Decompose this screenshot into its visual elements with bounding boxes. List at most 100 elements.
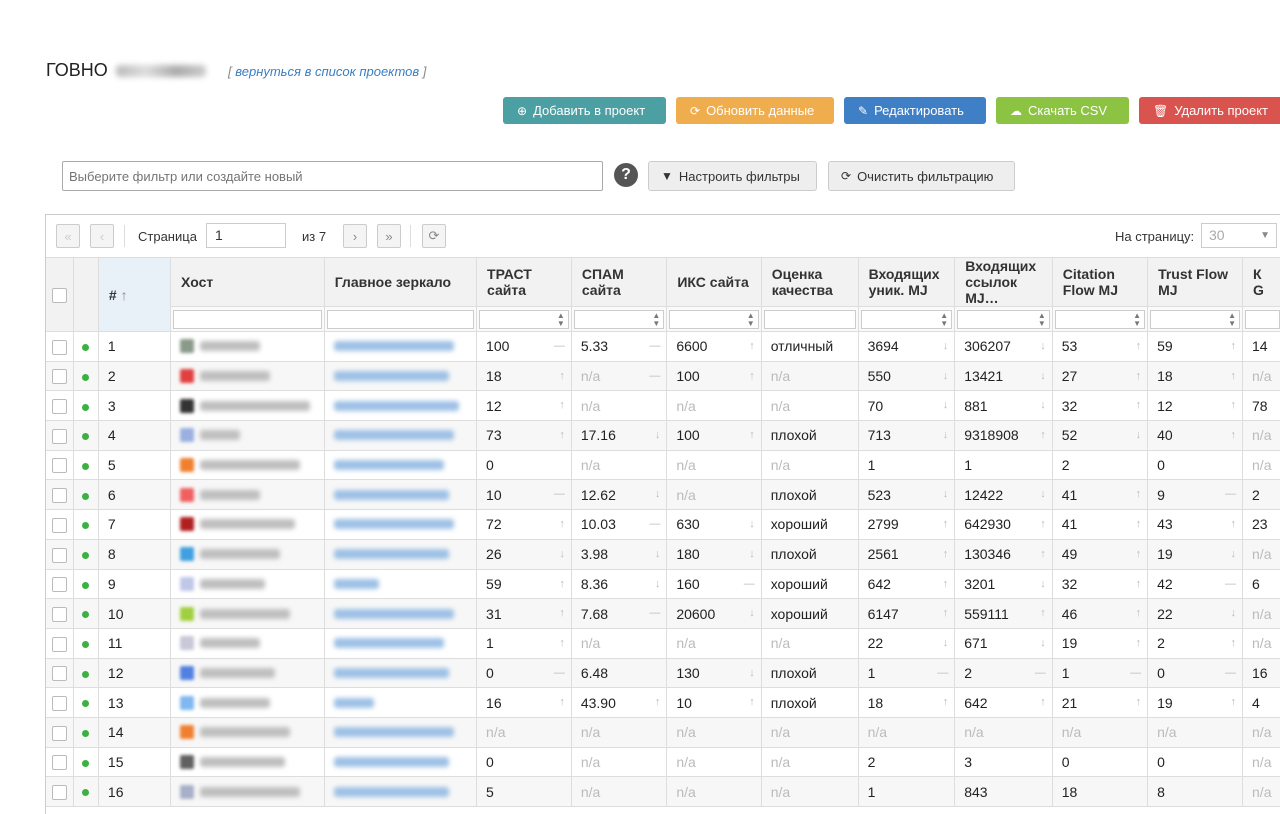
mirror-cell[interactable] xyxy=(324,717,476,747)
add-to-project-button[interactable]: ⊕Добавить в проект xyxy=(503,97,666,124)
reload-icon[interactable]: ⟳ xyxy=(422,224,446,248)
mirror-cell[interactable] xyxy=(324,421,476,451)
table-row[interactable]: 826↓3.98↓180↓плохой2561↑130346↑49↑19↓n/a xyxy=(46,539,1280,569)
row-checkbox[interactable] xyxy=(52,369,67,384)
mirror-link-blurred[interactable] xyxy=(334,460,444,470)
row-checkbox[interactable] xyxy=(52,726,67,741)
iks-filter-input[interactable]: ▲▼ xyxy=(669,310,758,329)
col-cf[interactable]: Citation Flow MJ xyxy=(1052,258,1147,307)
col-tf[interactable]: Trust Flow MJ xyxy=(1148,258,1243,307)
mirror-cell[interactable] xyxy=(324,480,476,510)
per-page-select[interactable]: 30▼ xyxy=(1201,223,1277,248)
mirror-link-blurred[interactable] xyxy=(334,490,449,500)
host-cell[interactable] xyxy=(171,361,325,391)
col-last[interactable]: К G xyxy=(1243,258,1280,307)
next-page-button[interactable]: › xyxy=(343,224,367,248)
row-checkbox[interactable] xyxy=(52,607,67,622)
row-checkbox[interactable] xyxy=(52,518,67,533)
mirror-link-blurred[interactable] xyxy=(334,549,449,559)
download-csv-button[interactable]: ☁Скачать CSV xyxy=(996,97,1129,124)
back-to-projects-link[interactable]: [ вернуться в список проектов ] xyxy=(228,64,426,79)
in-uniq-filter-input[interactable]: ▲▼ xyxy=(861,310,953,329)
tf-filter-input[interactable]: ▲▼ xyxy=(1150,310,1240,329)
host-cell[interactable] xyxy=(171,510,325,540)
mirror-cell[interactable] xyxy=(324,747,476,777)
mirror-cell[interactable] xyxy=(324,599,476,629)
row-checkbox[interactable] xyxy=(52,340,67,355)
mirror-cell[interactable] xyxy=(324,628,476,658)
row-checkbox[interactable] xyxy=(52,548,67,563)
refresh-data-button[interactable]: ⟳Обновить данные xyxy=(676,97,834,124)
mirror-cell[interactable] xyxy=(324,658,476,688)
spam-filter-input[interactable]: ▲▼ xyxy=(574,310,665,329)
host-cell[interactable] xyxy=(171,717,325,747)
col-mirror[interactable]: Главное зеркало xyxy=(324,258,476,307)
col-in-uniq[interactable]: Входящих уник. MJ xyxy=(858,258,955,307)
host-filter-input[interactable] xyxy=(173,310,322,329)
table-row[interactable]: 473↑17.16↓100↑плохой713↓9318908↑52↓40↑n/… xyxy=(46,421,1280,451)
table-row[interactable]: 1316↑43.90↑10↑плохой18↑642↑21↑19↑4 xyxy=(46,688,1280,718)
mirror-cell[interactable] xyxy=(324,569,476,599)
mirror-link-blurred[interactable] xyxy=(334,757,449,767)
cf-filter-input[interactable]: ▲▼ xyxy=(1055,310,1145,329)
row-checkbox[interactable] xyxy=(52,577,67,592)
mirror-cell[interactable] xyxy=(324,688,476,718)
host-cell[interactable] xyxy=(171,480,325,510)
host-cell[interactable] xyxy=(171,747,325,777)
table-row[interactable]: 312↑n/an/an/a70↓881↓32↑12↑78 xyxy=(46,391,1280,421)
last-page-button[interactable]: » xyxy=(377,224,401,248)
mirror-link-blurred[interactable] xyxy=(334,371,449,381)
host-cell[interactable] xyxy=(171,569,325,599)
mirror-link-blurred[interactable] xyxy=(334,401,459,411)
mirror-link-blurred[interactable] xyxy=(334,638,444,648)
mirror-cell[interactable] xyxy=(324,391,476,421)
host-cell[interactable] xyxy=(171,332,325,362)
help-icon[interactable]: ? xyxy=(614,163,638,187)
host-cell[interactable] xyxy=(171,450,325,480)
mirror-link-blurred[interactable] xyxy=(334,519,454,529)
quality-filter-input[interactable] xyxy=(764,310,856,329)
mirror-link-blurred[interactable] xyxy=(334,609,454,619)
row-checkbox[interactable] xyxy=(52,429,67,444)
mirror-link-blurred[interactable] xyxy=(334,668,449,678)
host-cell[interactable] xyxy=(171,628,325,658)
table-row[interactable]: 111↑n/an/an/a22↓671↓19↑2↑n/a xyxy=(46,628,1280,658)
mirror-link-blurred[interactable] xyxy=(334,341,454,351)
col-in-links[interactable]: Входящих ссылок MJ… xyxy=(955,258,1053,307)
host-cell[interactable] xyxy=(171,777,325,807)
mirror-cell[interactable] xyxy=(324,539,476,569)
configure-filters-button[interactable]: ▼Настроить фильтры xyxy=(648,161,817,191)
prev-page-button[interactable]: ‹ xyxy=(90,224,114,248)
table-row[interactable]: 1031↑7.68—20600↓хороший6147↑559111↑46↑22… xyxy=(46,599,1280,629)
last-filter-input[interactable] xyxy=(1245,310,1280,329)
col-quality[interactable]: Оценка качества xyxy=(761,258,858,307)
page-number-input[interactable]: 1 xyxy=(206,223,286,248)
col-host[interactable]: Хост xyxy=(171,258,325,307)
mirror-link-blurred[interactable] xyxy=(334,430,454,440)
mirror-cell[interactable] xyxy=(324,450,476,480)
delete-project-button[interactable]: 🗑Удалить проект xyxy=(1139,97,1280,124)
mirror-link-blurred[interactable] xyxy=(334,698,374,708)
back-link-text[interactable]: вернуться в список проектов xyxy=(235,64,419,79)
table-row[interactable]: 959↑8.36↓160—хороший642↑3201↓32↑42—6 xyxy=(46,569,1280,599)
mirror-filter-input[interactable] xyxy=(327,310,474,329)
mirror-cell[interactable] xyxy=(324,777,476,807)
mirror-cell[interactable] xyxy=(324,332,476,362)
host-cell[interactable] xyxy=(171,539,325,569)
clear-filter-button[interactable]: ⟳Очистить фильтрацию xyxy=(828,161,1015,191)
row-checkbox[interactable] xyxy=(52,458,67,473)
row-checkbox[interactable] xyxy=(52,666,67,681)
mirror-cell[interactable] xyxy=(324,361,476,391)
table-row[interactable]: 50n/an/an/a1120n/a xyxy=(46,450,1280,480)
host-cell[interactable] xyxy=(171,391,325,421)
row-checkbox[interactable] xyxy=(52,755,67,770)
table-row[interactable]: 165n/an/an/a1843188n/a xyxy=(46,777,1280,807)
table-row[interactable]: 150n/an/an/a2300n/a xyxy=(46,747,1280,777)
table-row[interactable]: 218↑n/a—100↑n/a550↓13421↓27↑18↑n/a xyxy=(46,361,1280,391)
col-spam[interactable]: СПАМ сайта xyxy=(571,258,667,307)
filter-select-input[interactable] xyxy=(62,161,603,191)
mirror-cell[interactable] xyxy=(324,510,476,540)
mirror-link-blurred[interactable] xyxy=(334,727,454,737)
table-row[interactable]: 120—6.48130↓плохой1—2—1—0—16 xyxy=(46,658,1280,688)
row-checkbox[interactable] xyxy=(52,785,67,800)
